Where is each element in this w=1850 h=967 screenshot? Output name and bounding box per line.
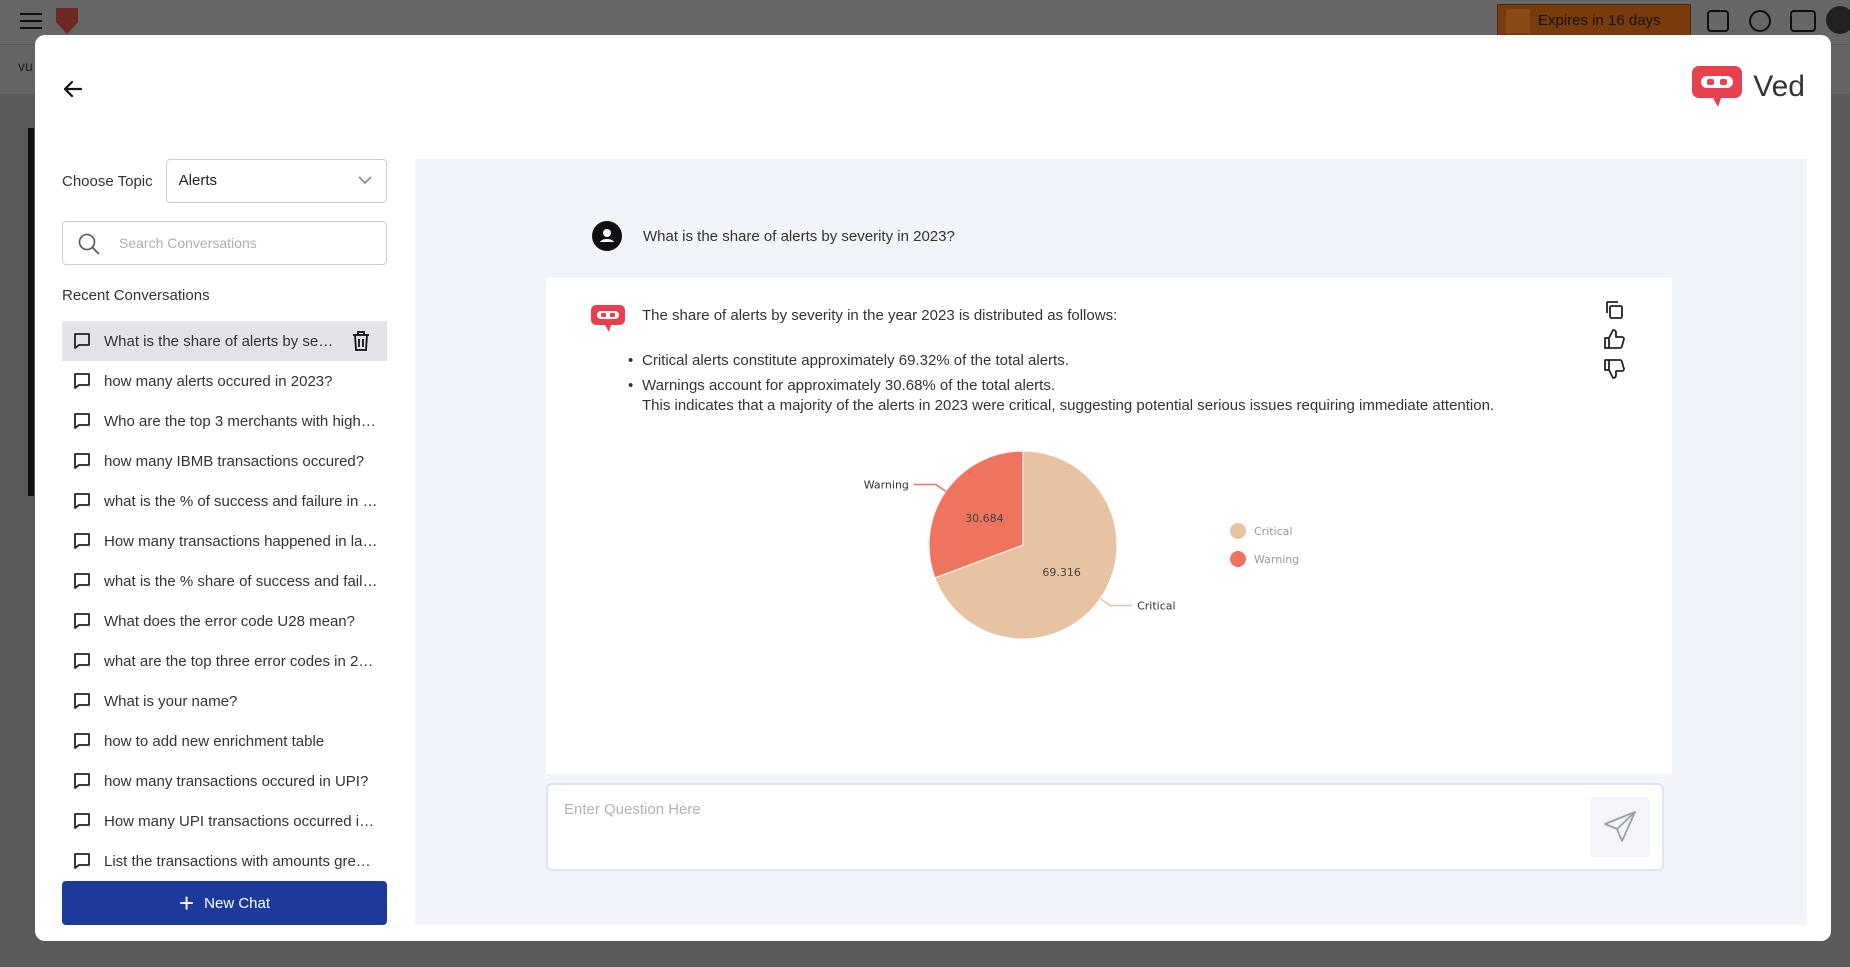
conversation-title: What is your name? bbox=[104, 692, 238, 710]
chat-bubble-icon bbox=[74, 653, 90, 669]
question-input[interactable] bbox=[564, 801, 1564, 851]
conversation-title: what is the % of success and failure in … bbox=[104, 492, 379, 510]
thumbs-down-icon[interactable] bbox=[1602, 357, 1626, 381]
pie-value-label: 69.316 bbox=[1042, 566, 1081, 579]
chevron-down-icon bbox=[358, 176, 372, 185]
question-input-box bbox=[546, 783, 1664, 871]
conversation-list: What is the share of alerts by severity … bbox=[62, 321, 387, 881]
hamburger-menu-icon[interactable] bbox=[20, 13, 42, 29]
answer-bullet: Warnings account for approximately 30.68… bbox=[628, 373, 1069, 398]
search-input[interactable] bbox=[119, 222, 369, 264]
conversation-item[interactable]: what is the % share of success and failu… bbox=[62, 561, 387, 601]
search-box bbox=[62, 221, 387, 265]
conversation-item[interactable]: What does the error code U28 mean? bbox=[62, 601, 387, 641]
alerts-severity-pie-chart: 69.316 Critical 30.684 Warning Critical Warni… bbox=[864, 450, 1299, 640]
search-icon bbox=[78, 233, 100, 255]
chat-bubble-icon bbox=[74, 533, 90, 549]
legend-marker[interactable] bbox=[1230, 551, 1246, 567]
conversation-title: Who are the top 3 merchants with highest… bbox=[104, 412, 379, 430]
pie-category-label: Warning bbox=[864, 479, 909, 492]
user-avatar[interactable] bbox=[1826, 6, 1850, 34]
user-question-row: What is the share of alerts by severity … bbox=[592, 221, 955, 251]
conversation-title: How many transactions happened in last m… bbox=[104, 532, 379, 550]
legend-label[interactable]: Warning bbox=[1254, 553, 1299, 566]
conversation-title: How many UPI transactions occurred in 20… bbox=[104, 812, 379, 830]
conversation-title: how to add new enrichment table bbox=[104, 732, 325, 750]
back-arrow-icon[interactable] bbox=[61, 77, 85, 101]
conversation-title: what is the % share of success and failu… bbox=[104, 572, 379, 590]
pie-leader-line bbox=[1099, 597, 1133, 607]
send-icon bbox=[1604, 811, 1636, 842]
conversation-item[interactable]: how many alerts occured in 2023? bbox=[62, 361, 387, 401]
answer-bullet: Critical alerts constitute approximately… bbox=[628, 348, 1069, 373]
brand-header: Ved bbox=[1691, 65, 1805, 109]
conversation-title: how many transactions occured in UPI? bbox=[104, 772, 369, 790]
conversation-item[interactable]: How many UPI transactions occurred in 20… bbox=[62, 801, 387, 841]
brand-name: Ved bbox=[1753, 70, 1805, 103]
delete-trash-icon[interactable] bbox=[351, 330, 371, 352]
bot-icon[interactable] bbox=[1707, 10, 1729, 32]
background-tab-label: vu bbox=[18, 58, 33, 74]
new-chat-button[interactable]: + New Chat bbox=[62, 881, 387, 925]
conversation-title: how many alerts occured in 2023? bbox=[104, 372, 333, 390]
conversation-item[interactable]: how many transactions occured in UPI? bbox=[62, 761, 387, 801]
help-icon[interactable] bbox=[1749, 10, 1771, 32]
send-button[interactable] bbox=[1590, 797, 1650, 857]
conversation-item[interactable]: how to add new enrichment table bbox=[62, 721, 387, 761]
conversation-title: What is the share of alerts by severity … bbox=[104, 332, 339, 350]
answer-bullets: Critical alerts constitute approximately… bbox=[628, 348, 1069, 398]
answer-intro: The share of alerts by severity in the y… bbox=[642, 307, 1118, 324]
topic-select-value: Alerts bbox=[178, 172, 217, 189]
assistant-answer-card: The share of alerts by severity in the y… bbox=[546, 278, 1672, 774]
ved-logo-icon bbox=[1692, 66, 1743, 107]
plus-icon: + bbox=[178, 888, 195, 918]
conversation-item[interactable]: how many IBMB transactions occured? bbox=[62, 441, 387, 481]
chat-bubble-icon bbox=[74, 773, 90, 789]
new-chat-label: New Chat bbox=[204, 894, 271, 912]
topic-selector-row: Choose Topic Alerts bbox=[62, 159, 387, 203]
answer-summary: This indicates that a majority of the al… bbox=[642, 397, 1495, 414]
video-icon[interactable] bbox=[1790, 10, 1816, 32]
topic-label: Choose Topic bbox=[62, 172, 153, 190]
conversation-item[interactable]: Who are the top 3 merchants with highest… bbox=[62, 401, 387, 441]
chat-bubble-icon bbox=[74, 373, 90, 389]
conversation-item[interactable]: what are the top three error codes in 20… bbox=[62, 641, 387, 681]
chat-bubble-icon bbox=[74, 493, 90, 509]
background-panel-edge bbox=[28, 128, 34, 496]
chat-assistant-modal: Ved Choose Topic Alerts Recent Conversat… bbox=[35, 35, 1831, 941]
chat-bubble-icon bbox=[74, 413, 90, 429]
topic-select[interactable]: Alerts bbox=[165, 159, 387, 203]
conversation-title: What does the error code U28 mean? bbox=[104, 612, 355, 630]
pie-category-label: Critical bbox=[1137, 599, 1175, 612]
copy-icon[interactable] bbox=[1602, 298, 1626, 322]
chat-bubble-icon bbox=[74, 573, 90, 589]
conversation-item[interactable]: List the transactions with amounts great… bbox=[62, 841, 387, 881]
bot-avatar-icon bbox=[591, 305, 625, 332]
conversation-title: what are the top three error codes in 20… bbox=[104, 652, 379, 670]
pie-value-label: 30.684 bbox=[965, 512, 1004, 525]
chat-bubble-icon bbox=[74, 733, 90, 749]
chat-bubble-icon bbox=[74, 453, 90, 469]
chat-bubble-icon bbox=[74, 333, 90, 349]
legend-label[interactable]: Critical bbox=[1254, 525, 1292, 538]
pie-leader-line bbox=[913, 483, 947, 493]
chat-bubble-icon bbox=[74, 853, 90, 869]
thumbs-up-icon[interactable] bbox=[1602, 327, 1626, 351]
recent-conversations-heading: Recent Conversations bbox=[62, 287, 210, 304]
conversation-item[interactable]: what is the % of success and failure in … bbox=[62, 481, 387, 521]
conversation-item[interactable]: How many transactions happened in last m… bbox=[62, 521, 387, 561]
license-expiry-badge[interactable]: Expires in 16 days bbox=[1497, 4, 1691, 36]
user-question-text: What is the share of alerts by severity … bbox=[643, 227, 955, 245]
chat-bubble-icon bbox=[74, 813, 90, 829]
legend-marker[interactable] bbox=[1230, 523, 1246, 539]
conversation-title: how many IBMB transactions occured? bbox=[104, 452, 365, 470]
chat-bubble-icon bbox=[74, 693, 90, 709]
conversation-item[interactable]: What is your name? bbox=[62, 681, 387, 721]
user-avatar-icon bbox=[592, 221, 622, 251]
conversation-title: List the transactions with amounts great… bbox=[104, 852, 379, 870]
conversation-sidebar: Choose Topic Alerts Recent Conversations… bbox=[62, 159, 387, 881]
chat-panel: What is the share of alerts by severity … bbox=[415, 159, 1807, 925]
chat-bubble-icon bbox=[74, 613, 90, 629]
conversation-item[interactable]: What is the share of alerts by severity … bbox=[62, 321, 387, 361]
